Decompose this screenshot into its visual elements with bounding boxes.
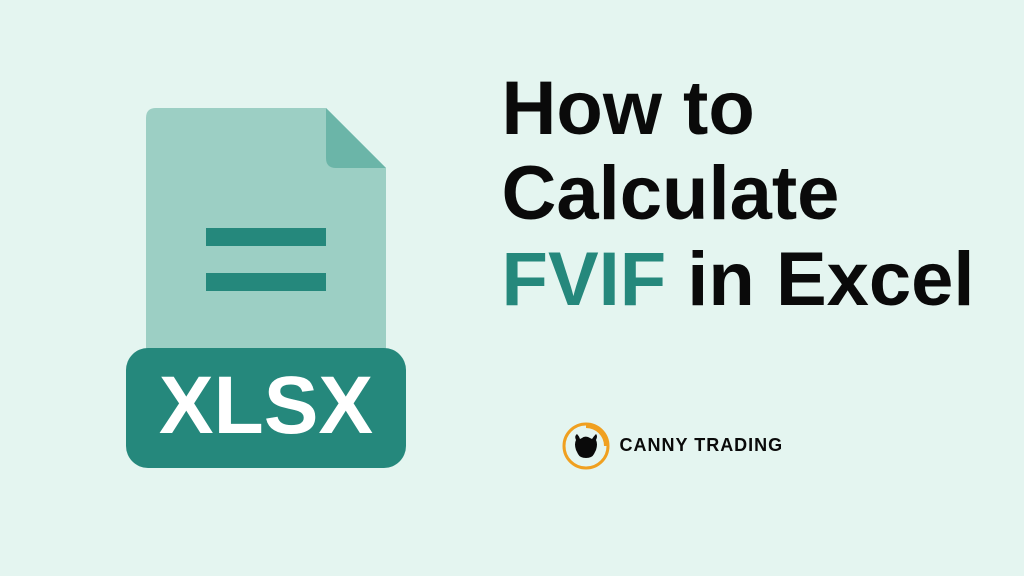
bull-logo-icon — [562, 422, 610, 470]
brand-logo: CANNY TRADING — [562, 422, 784, 470]
page-title: How to Calculate FVIF in Excel — [502, 66, 975, 321]
right-section: How to Calculate FVIF in Excel CANNY TRA… — [492, 106, 1024, 469]
title-line-2: Calculate — [502, 151, 840, 236]
xlsx-file-icon: XLSX — [106, 88, 426, 488]
file-badge-text: XLSX — [159, 360, 373, 451]
title-line-1: How to — [502, 66, 755, 151]
main-container: XLSX How to Calculate FVIF in Excel CANN… — [0, 0, 1024, 576]
title-line-3-rest: in Excel — [666, 237, 974, 322]
title-highlight: FVIF — [502, 237, 667, 322]
brand-logo-text: CANNY TRADING — [620, 435, 784, 456]
left-section: XLSX — [0, 88, 492, 488]
